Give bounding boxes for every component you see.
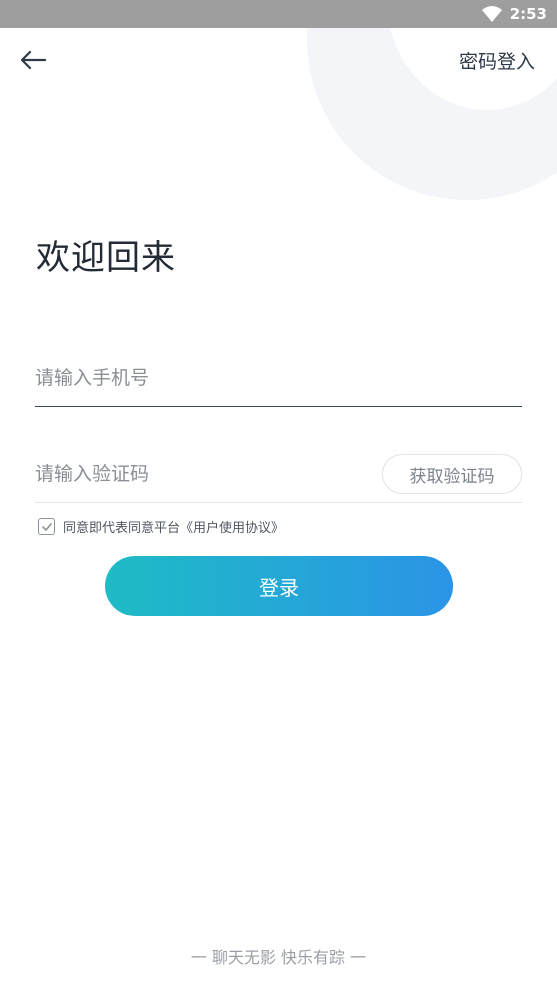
wifi-icon: [481, 6, 502, 22]
status-bar: 2:53: [0, 0, 557, 28]
agreement: 同意即代表同意平台《用户使用协议》: [38, 517, 284, 536]
get-code-button[interactable]: 获取验证码: [382, 454, 522, 494]
agreement-text[interactable]: 同意即代表同意平台《用户使用协议》: [63, 517, 284, 536]
password-login-link[interactable]: 密码登入: [459, 47, 535, 74]
code-input[interactable]: [35, 454, 365, 494]
phone-field: [35, 350, 522, 407]
status-time: 2:53: [509, 5, 547, 23]
login-button[interactable]: 登录: [105, 556, 453, 616]
back-button[interactable]: [16, 46, 50, 74]
status-right: 2:53: [481, 3, 547, 25]
code-field: 获取验证码: [35, 446, 522, 503]
check-icon: [41, 522, 52, 531]
agreement-checkbox[interactable]: [38, 518, 55, 535]
login-screen: 2:53 密码登入 欢迎回来 获取验证码 同意即代表同意平台《用户使用协议》 登…: [0, 0, 557, 990]
header: 密码登入: [0, 28, 557, 92]
arrow-left-icon: [20, 50, 47, 70]
page-title: 欢迎回来: [36, 238, 176, 278]
phone-input[interactable]: [35, 358, 365, 398]
footer-slogan: 一 聊天无影 快乐有踪 一: [190, 948, 367, 967]
